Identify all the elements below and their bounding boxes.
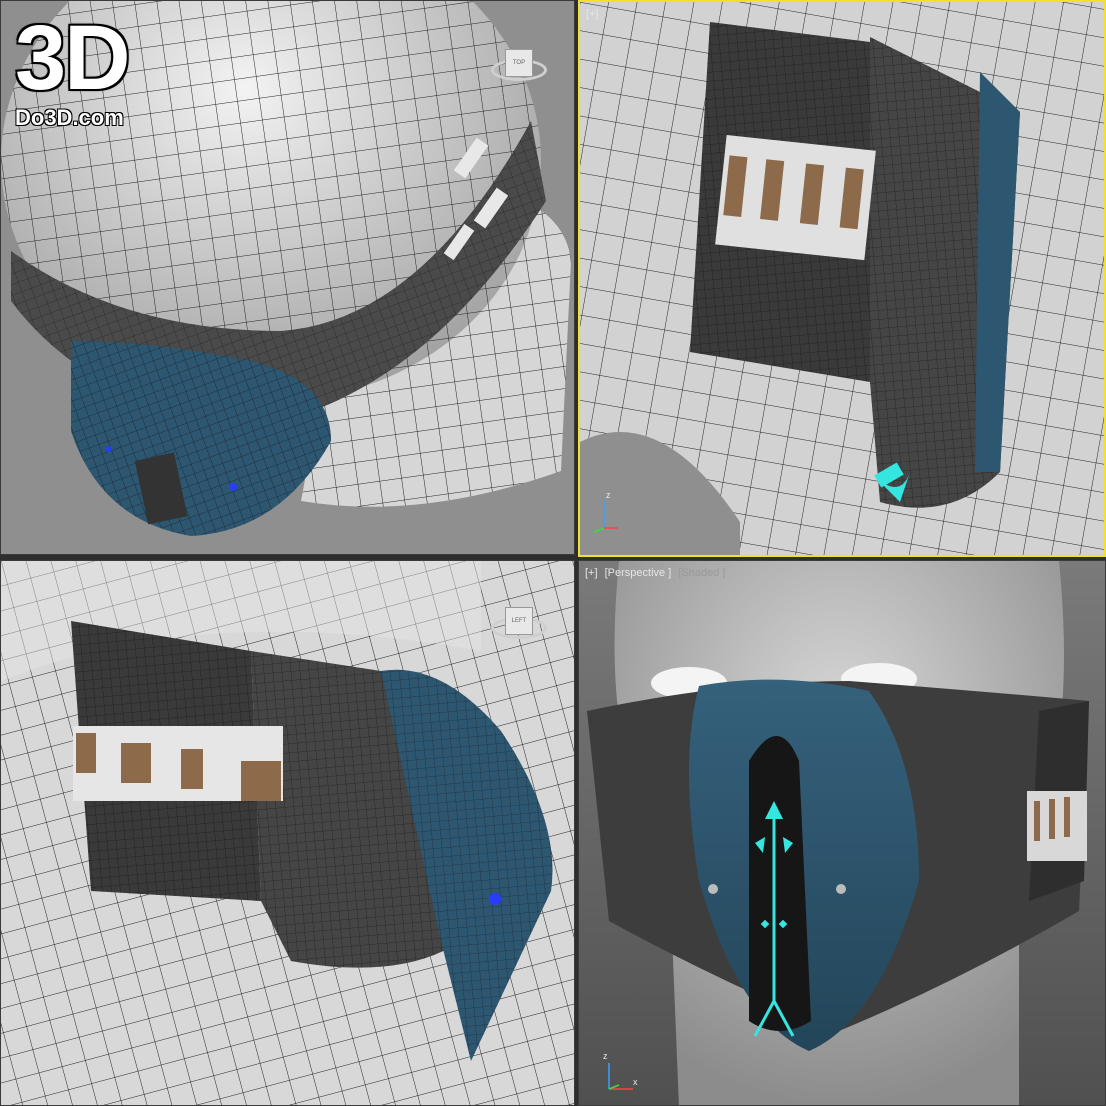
axis-x-label: x [633, 1077, 638, 1087]
watermark-site: Do3D.com [15, 105, 124, 130]
front-view-render [580, 2, 1104, 555]
view-cube-face[interactable]: TOP [505, 49, 533, 77]
viewport-label[interactable]: [+] [586, 8, 603, 20]
view-cube-face[interactable]: LEFT [505, 607, 533, 635]
view-cube-top-label: TOP [512, 60, 526, 66]
viewport-view-label[interactable]: [Perspective ] [605, 567, 672, 579]
axis-tripod-icon [608, 1063, 633, 1090]
view-cube[interactable]: TOP [491, 41, 547, 97]
viewport-front[interactable]: [+] z [578, 0, 1106, 557]
watermark-logo: 3D Do3D.com [15, 7, 131, 131]
axis-z-label: z [603, 1051, 608, 1061]
viewport-label[interactable]: [+] [Perspective ] [Shaded ] [585, 567, 729, 579]
perspective-view-render [579, 561, 1105, 1105]
viewport-top[interactable]: 3D Do3D.com TOP [0, 0, 575, 555]
left-view-render [1, 561, 574, 1105]
axis-tripod-icon [593, 500, 618, 533]
viewport-perspective[interactable]: [+] [Perspective ] [Shaded ] z x [578, 560, 1106, 1106]
viewport-shading-label[interactable]: [Shaded ] [678, 567, 725, 579]
watermark-3d: 3D [15, 7, 131, 109]
axis-z-label: z [606, 490, 611, 500]
view-cube-left-label: LEFT [511, 618, 527, 624]
viewport-left[interactable]: LEFT [0, 560, 575, 1106]
viewport-menu-plus[interactable]: [+] [585, 567, 598, 579]
view-cube[interactable]: LEFT [491, 599, 547, 655]
viewport-menu-plus[interactable]: [+] [586, 8, 599, 20]
